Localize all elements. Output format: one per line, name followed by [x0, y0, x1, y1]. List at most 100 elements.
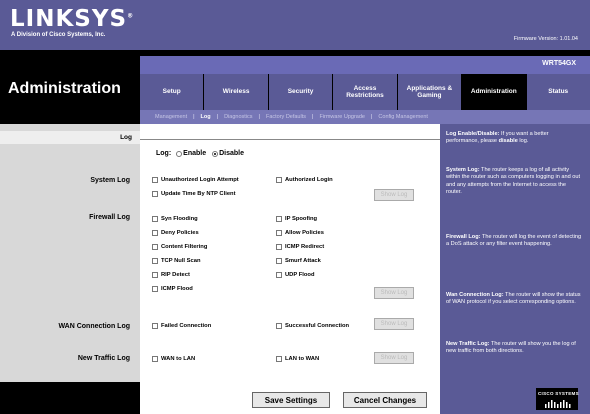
subtab-config-management[interactable]: Config Management — [375, 114, 431, 120]
help-log-enable-title: Log Enable/Disable: — [446, 131, 500, 137]
sys-auth-login-checkbox[interactable] — [276, 177, 282, 183]
fw-tcp-checkbox[interactable] — [152, 258, 158, 264]
fw-icmpflood-checkbox[interactable] — [152, 286, 158, 292]
model-name: WRT54GX — [542, 60, 576, 67]
fw-allow: Allow Policies — [276, 230, 324, 236]
fw-allow-checkbox[interactable] — [276, 230, 282, 236]
save-settings-button[interactable]: Save Settings — [252, 392, 330, 408]
fw-tcp: TCP Null Scan — [152, 258, 201, 264]
sub-tabs: Management | Log | Diagnostics | Factory De… — [140, 110, 590, 124]
help-firewall-log: Firewall Log: The router will log the ev… — [446, 234, 582, 249]
traffic-wan2lan-checkbox[interactable] — [152, 356, 158, 362]
fw-icmpflood-label: ICMP Flood — [161, 286, 193, 292]
log-disable-radio[interactable] — [212, 150, 219, 157]
log-enable-label: Enable — [183, 150, 207, 157]
wan-log-label: WAN Connection Log — [58, 323, 130, 330]
fw-content: Content Filtering — [152, 244, 207, 250]
fw-rip-checkbox[interactable] — [152, 272, 158, 278]
fw-smurf-checkbox[interactable] — [276, 258, 282, 264]
fw-tcp-label: TCP Null Scan — [161, 258, 201, 264]
subtab-diagnostics[interactable]: Diagnostics — [221, 114, 255, 120]
cancel-changes-button[interactable]: Cancel Changes — [343, 392, 427, 408]
traffic-log-label: New Traffic Log — [77, 355, 130, 362]
left-label-column — [0, 124, 140, 382]
subtab-management[interactable]: Management — [152, 114, 190, 120]
subtab-factory-defaults[interactable]: Factory Defaults — [263, 114, 309, 120]
firewall-show-log-button[interactable]: Show Log — [374, 287, 414, 299]
log-toggle-label: Log: — [156, 150, 172, 157]
fw-icmpredirect-checkbox[interactable] — [276, 244, 282, 250]
tab-applications-gaming[interactable]: Applications & Gaming — [397, 74, 462, 110]
fw-deny: Deny Policies — [152, 230, 199, 236]
fw-syn-checkbox[interactable] — [152, 216, 158, 222]
system-log-label: System Log — [90, 177, 130, 184]
wan-failed-checkbox[interactable] — [152, 323, 158, 329]
sys-auth-login: Authorized Login — [276, 177, 333, 183]
fw-ipspoof-label: IP Spoofing — [285, 216, 318, 222]
fw-icmpredirect-label: ICMP Redirect — [285, 244, 325, 250]
firmware-version: Firmware Version: 1.01.04 — [513, 36, 578, 42]
help-wan-log: Wan Connection Log: The router will show… — [446, 292, 582, 307]
help-system-log: System Log: The router keeps a log of al… — [446, 167, 582, 197]
model-bar — [140, 56, 590, 74]
fw-ipspoof-checkbox[interactable] — [276, 216, 282, 222]
wan-success-checkbox[interactable] — [276, 323, 282, 329]
tab-security[interactable]: Security — [268, 74, 333, 110]
sys-unauth-login-label: Unauthorized Login Attempt — [161, 177, 239, 183]
help-log-enable-end: log. — [517, 138, 529, 145]
firewall-log-label: Firewall Log — [89, 214, 130, 221]
log-disable-label: Disable — [219, 150, 245, 157]
log-enable-radio[interactable] — [176, 150, 183, 157]
main-tabs: Setup Wireless Security Access Restricti… — [140, 74, 590, 110]
help-wan-log-title: Wan Connection Log: — [446, 292, 504, 298]
help-log-enable: Log Enable/Disable: If you want a better… — [446, 131, 582, 146]
tab-status[interactable]: Status — [526, 74, 590, 110]
fw-icmpflood: ICMP Flood — [152, 286, 193, 292]
traffic-lan2wan-checkbox[interactable] — [276, 356, 282, 362]
tab-access-restrictions[interactable]: Access Restrictions — [333, 74, 397, 110]
help-traffic-log: New Traffic Log: The router will show yo… — [446, 341, 582, 356]
cisco-logo-text: CISCO SYSTEMS — [538, 391, 579, 396]
divider — [140, 139, 440, 140]
wan-success-label: Successful Connection — [285, 323, 350, 329]
fw-content-label: Content Filtering — [161, 244, 208, 250]
wan-show-log-button[interactable]: Show Log — [374, 318, 414, 330]
tab-wireless[interactable]: Wireless — [204, 74, 268, 110]
fw-smurf-label: Smurf Attack — [285, 258, 321, 264]
subtab-log[interactable]: Log — [198, 114, 214, 120]
fw-syn-label: Syn Flooding — [161, 216, 198, 222]
fw-syn: Syn Flooding — [152, 216, 198, 222]
linksys-logo: LINKSYS® — [10, 6, 135, 32]
tab-setup[interactable]: Setup — [140, 74, 204, 110]
tab-administration[interactable]: Administration — [462, 74, 526, 110]
help-system-log-title: System Log: — [446, 167, 480, 173]
log-section-label: Log — [120, 134, 132, 141]
wan-failed-label: Failed Connection — [161, 323, 212, 329]
sys-ntp-label: Update Time By NTP Client — [161, 191, 236, 197]
wan-failed: Failed Connection — [152, 323, 211, 329]
fw-allow-label: Allow Policies — [285, 230, 324, 236]
fw-ipspoof: IP Spoofing — [276, 216, 317, 222]
fw-rip-label: RIP Detect — [161, 272, 190, 278]
subtab-firmware-upgrade[interactable]: Firmware Upgrade — [316, 114, 368, 120]
footer-left — [0, 382, 140, 414]
fw-content-checkbox[interactable] — [152, 244, 158, 250]
fw-udp-checkbox[interactable] — [276, 272, 282, 278]
fw-icmpredirect: ICMP Redirect — [276, 244, 324, 250]
sys-unauth-login: Unauthorized Login Attempt — [152, 177, 239, 183]
traffic-wan2lan: WAN to LAN — [152, 356, 195, 362]
fw-udp: UDP Flood — [276, 272, 315, 278]
sys-ntp: Update Time By NTP Client — [152, 191, 236, 197]
wan-success: Successful Connection — [276, 323, 349, 329]
sys-ntp-checkbox[interactable] — [152, 191, 158, 197]
traffic-lan2wan: LAN to WAN — [276, 356, 319, 362]
sys-auth-login-label: Authorized Login — [285, 177, 333, 183]
fw-deny-checkbox[interactable] — [152, 230, 158, 236]
system-show-log-button[interactable]: Show Log — [374, 189, 414, 201]
fw-udp-label: UDP Flood — [285, 272, 315, 278]
traffic-wan2lan-label: WAN to LAN — [161, 356, 196, 362]
sys-unauth-login-checkbox[interactable] — [152, 177, 158, 183]
log-toggle: Log: Enable Disable — [156, 150, 244, 157]
traffic-show-log-button[interactable]: Show Log — [374, 352, 414, 364]
fw-deny-label: Deny Policies — [161, 230, 199, 236]
